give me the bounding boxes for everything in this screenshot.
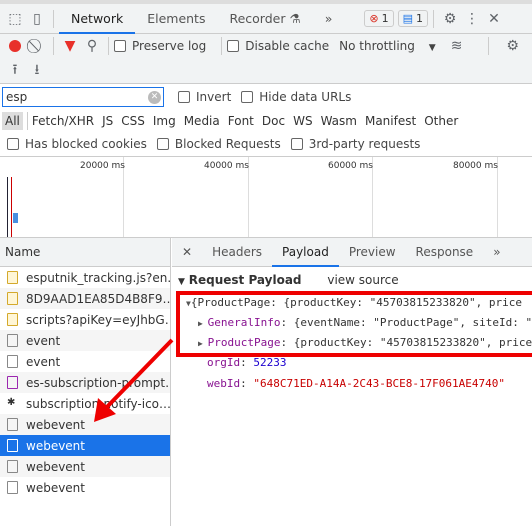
red-arrow-annotation — [94, 338, 174, 422]
